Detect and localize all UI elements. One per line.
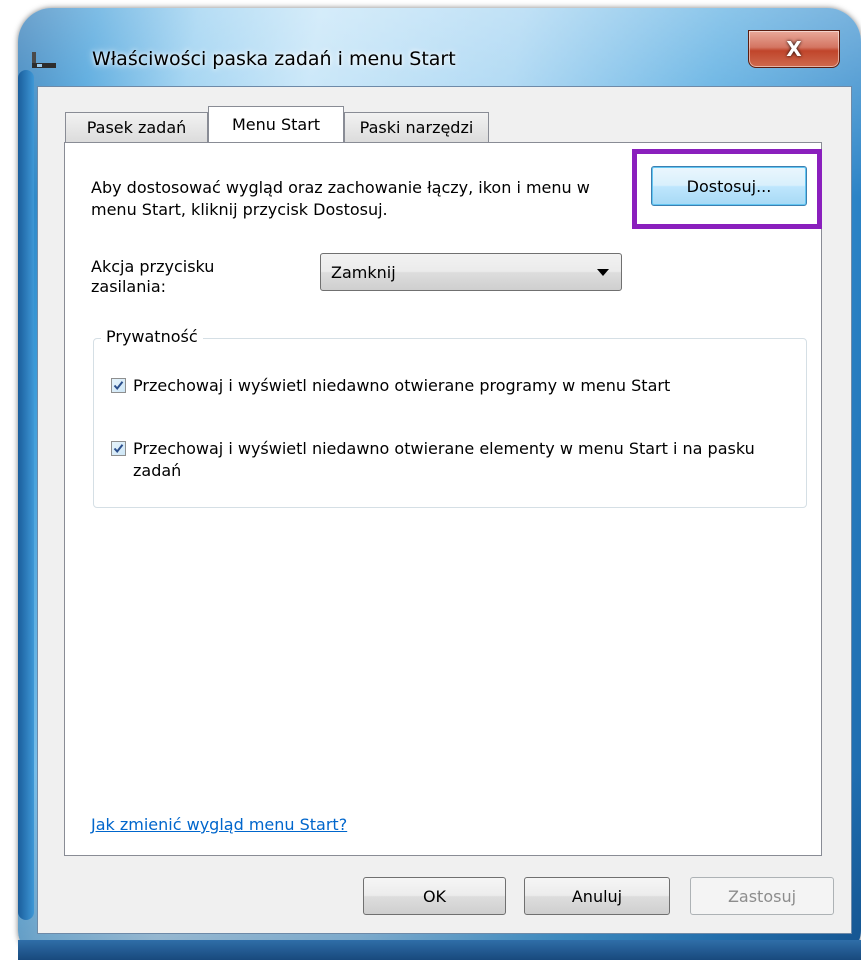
close-button[interactable]: X — [748, 30, 840, 68]
recent-items-checkbox[interactable] — [111, 441, 126, 456]
privacy-groupbox — [93, 338, 807, 508]
help-link[interactable]: Jak zmienić wygląd menu Start? — [91, 815, 347, 834]
recent-programs-checkbox-row[interactable]: Przechowaj i wyświetl niedawno otwierane… — [111, 375, 801, 397]
customize-button[interactable]: Dostosuj... — [651, 166, 807, 206]
recent-programs-checkbox[interactable] — [111, 378, 126, 393]
dialog-client-area: Pasek zadań Menu Start Paski narzędzi Ab… — [37, 86, 852, 934]
tab-label: Paski narzędzi — [359, 118, 474, 137]
checkmark-icon — [113, 444, 124, 454]
recent-programs-label: Przechowaj i wyświetl niedawno otwierane… — [133, 376, 671, 395]
checkmark-icon — [113, 381, 124, 391]
apply-button[interactable]: Zastosuj — [690, 877, 834, 915]
tab-pasek-zadan[interactable]: Pasek zadań — [65, 112, 208, 142]
ok-button[interactable]: OK — [363, 877, 506, 915]
recent-items-checkbox-row[interactable]: Przechowaj i wyświetl niedawno otwierane… — [111, 438, 801, 482]
power-action-dropdown[interactable]: Zamknij — [320, 253, 622, 291]
tab-menu-start[interactable]: Menu Start — [208, 106, 344, 142]
frame-left-edge — [18, 70, 34, 920]
taskbar-properties-icon — [30, 48, 58, 70]
tab-label: Menu Start — [231, 115, 321, 134]
privacy-group-title: Prywatność — [101, 327, 203, 346]
dropdown-arrow-icon — [597, 269, 609, 276]
customize-description: Aby dostosować wygląd oraz zachowanie łą… — [91, 178, 590, 219]
window-title: Właściwości paska zadań i menu Start — [92, 48, 456, 70]
cancel-button[interactable]: Anuluj — [524, 877, 670, 915]
power-action-label: Akcja przycisku zasilania: — [91, 257, 215, 296]
tab-paski-narzedzi[interactable]: Paski narzędzi — [344, 112, 489, 142]
recent-items-label: Przechowaj i wyświetl niedawno otwierane… — [133, 439, 755, 480]
frame-bottom-edge — [18, 940, 861, 960]
menu-start-pane: Aby dostosować wygląd oraz zachowanie łą… — [64, 142, 822, 856]
tab-label: Pasek zadań — [86, 118, 187, 137]
power-action-value: Zamknij — [331, 262, 396, 282]
close-icon: X — [786, 37, 802, 61]
